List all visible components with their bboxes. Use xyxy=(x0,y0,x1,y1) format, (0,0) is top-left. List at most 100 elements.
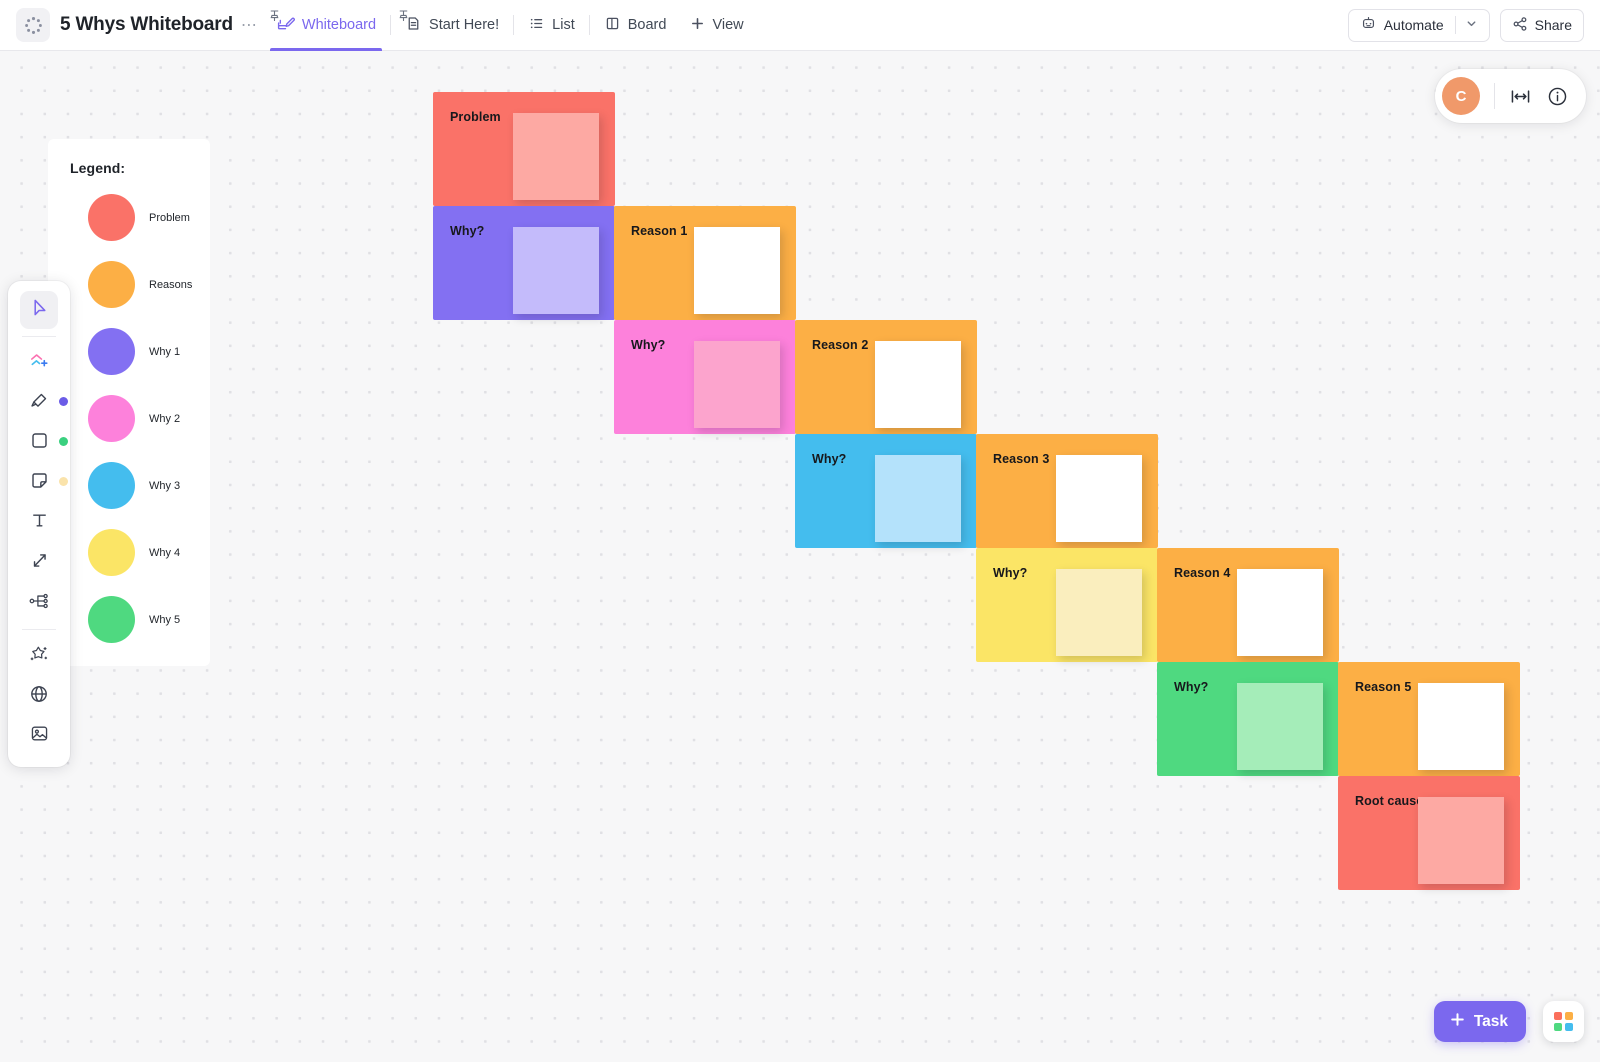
sticky-note-color-indicator[interactable] xyxy=(59,477,68,486)
card-label: Reason 2 xyxy=(812,338,869,352)
card-label: Why? xyxy=(631,338,666,352)
apps-cell xyxy=(1554,1023,1562,1031)
card-label: Why? xyxy=(450,224,485,238)
reason2-card[interactable]: Reason 2 xyxy=(795,320,977,434)
legend-item-problem: Problem xyxy=(88,194,190,241)
tab-divider xyxy=(513,15,515,35)
app-header: 5 Whys Whiteboard ⋯ Whiteboard Start Her… xyxy=(0,0,1600,51)
sticky-note[interactable] xyxy=(1237,683,1323,770)
dotted-circle-icon[interactable] xyxy=(16,8,50,42)
connector-tool[interactable] xyxy=(20,544,58,582)
embed-tool[interactable] xyxy=(20,677,58,715)
reason5-card[interactable]: Reason 5 xyxy=(1338,662,1520,776)
shapes-tool[interactable] xyxy=(20,344,58,382)
legend-panel[interactable]: Legend: Problem Reasons Why 1 Why 2 Why … xyxy=(48,139,210,666)
view-tabbar: Whiteboard Start Here! List Board View xyxy=(264,0,756,51)
sticky-note[interactable] xyxy=(875,341,961,428)
legend-item-why4: Why 4 xyxy=(88,529,180,576)
tab-add-view[interactable]: View xyxy=(678,0,755,51)
sticky-note[interactable] xyxy=(1237,569,1323,656)
toolbar-divider xyxy=(22,629,56,630)
pin-icon xyxy=(399,9,408,25)
card-label: Problem xyxy=(450,110,501,124)
automate-button[interactable]: Automate xyxy=(1347,8,1490,42)
connector-icon xyxy=(29,550,50,576)
title-more-button[interactable]: ⋯ xyxy=(241,15,258,35)
cursor-icon xyxy=(29,297,50,323)
robot-icon xyxy=(1360,15,1377,35)
sticky-note[interactable] xyxy=(513,227,599,314)
tab-label: Start Here! xyxy=(429,17,500,33)
plus-icon xyxy=(1449,1011,1466,1033)
avatar[interactable]: C xyxy=(1442,77,1480,115)
sticky-note-icon xyxy=(29,470,50,496)
share-icon xyxy=(1512,16,1528,35)
sticky-note[interactable] xyxy=(513,113,599,200)
share-label: Share xyxy=(1534,17,1572,33)
rectangle-icon xyxy=(29,430,50,456)
legend-color-swatch xyxy=(88,261,135,308)
apps-cell xyxy=(1565,1012,1573,1020)
text-icon xyxy=(29,510,50,536)
legend-item-label: Why 3 xyxy=(149,479,181,492)
why3-card[interactable]: Why? xyxy=(795,434,977,548)
legend-item-label: Problem xyxy=(149,211,190,224)
tab-board[interactable]: Board xyxy=(592,0,679,51)
tab-divider xyxy=(588,15,590,35)
legend-color-swatch xyxy=(88,529,135,576)
sticky-note[interactable] xyxy=(694,341,780,428)
legend-color-swatch xyxy=(88,462,135,509)
automate-label: Automate xyxy=(1383,17,1444,33)
tab-start-here[interactable]: Start Here! xyxy=(393,0,511,51)
sticky-note[interactable] xyxy=(1418,797,1504,884)
rectangle-tool[interactable] xyxy=(20,424,68,462)
card-label: Root cause xyxy=(1355,794,1424,808)
tab-list[interactable]: List xyxy=(516,0,587,51)
ai-tool[interactable] xyxy=(20,637,58,675)
button-divider xyxy=(1454,16,1456,34)
chevron-down-icon[interactable] xyxy=(1465,17,1478,33)
add-task-button[interactable]: Task xyxy=(1433,1001,1526,1042)
root-cause-card[interactable]: Root cause xyxy=(1338,776,1520,890)
why2-card[interactable]: Why? xyxy=(614,320,796,434)
sticky-note[interactable] xyxy=(1418,683,1504,770)
fit-to-screen-icon[interactable] xyxy=(1509,85,1532,108)
mindmap-tool[interactable] xyxy=(20,584,58,622)
share-button[interactable]: Share xyxy=(1499,8,1584,42)
why5-card[interactable]: Why? xyxy=(1157,662,1339,776)
info-circle-icon[interactable] xyxy=(1546,85,1569,108)
board-icon xyxy=(604,15,621,36)
card-label: Why? xyxy=(993,566,1028,580)
pin-icon xyxy=(270,9,279,25)
page-title: 5 Whys Whiteboard xyxy=(60,14,233,35)
select-tool[interactable] xyxy=(20,291,58,329)
apps-cell xyxy=(1565,1023,1573,1031)
pen-color-indicator[interactable] xyxy=(59,397,68,406)
problem-card[interactable]: Problem xyxy=(433,92,615,206)
sticky-note[interactable] xyxy=(1056,569,1142,656)
whiteboard-canvas[interactable]: Legend: Problem Reasons Why 1 Why 2 Why … xyxy=(0,51,1600,1062)
tab-label: List xyxy=(552,17,575,33)
whiteboard-toolbar xyxy=(8,281,70,767)
legend-item-label: Why 2 xyxy=(149,412,181,425)
image-tool[interactable] xyxy=(20,717,58,755)
card-label: Why? xyxy=(1174,680,1209,694)
tab-whiteboard[interactable]: Whiteboard xyxy=(264,0,388,51)
header-actions: Automate Share xyxy=(1347,8,1584,42)
why1-card[interactable]: Why? xyxy=(433,206,615,320)
legend-color-swatch xyxy=(88,596,135,643)
apps-grid-icon[interactable] xyxy=(1543,1001,1584,1042)
legend-title: Legend: xyxy=(70,160,126,176)
rectangle-color-indicator[interactable] xyxy=(59,437,68,446)
pen-tool[interactable] xyxy=(20,384,68,422)
sticky-note[interactable] xyxy=(694,227,780,314)
reason3-card[interactable]: Reason 3 xyxy=(976,434,1158,548)
sticky-note-tool[interactable] xyxy=(20,464,68,502)
tab-label: Board xyxy=(627,17,667,33)
why4-card[interactable]: Why? xyxy=(976,548,1158,662)
sticky-note[interactable] xyxy=(875,455,961,542)
sticky-note[interactable] xyxy=(1056,455,1142,542)
reason1-card[interactable]: Reason 1 xyxy=(614,206,796,320)
text-tool[interactable] xyxy=(20,504,58,542)
reason4-card[interactable]: Reason 4 xyxy=(1157,548,1339,662)
